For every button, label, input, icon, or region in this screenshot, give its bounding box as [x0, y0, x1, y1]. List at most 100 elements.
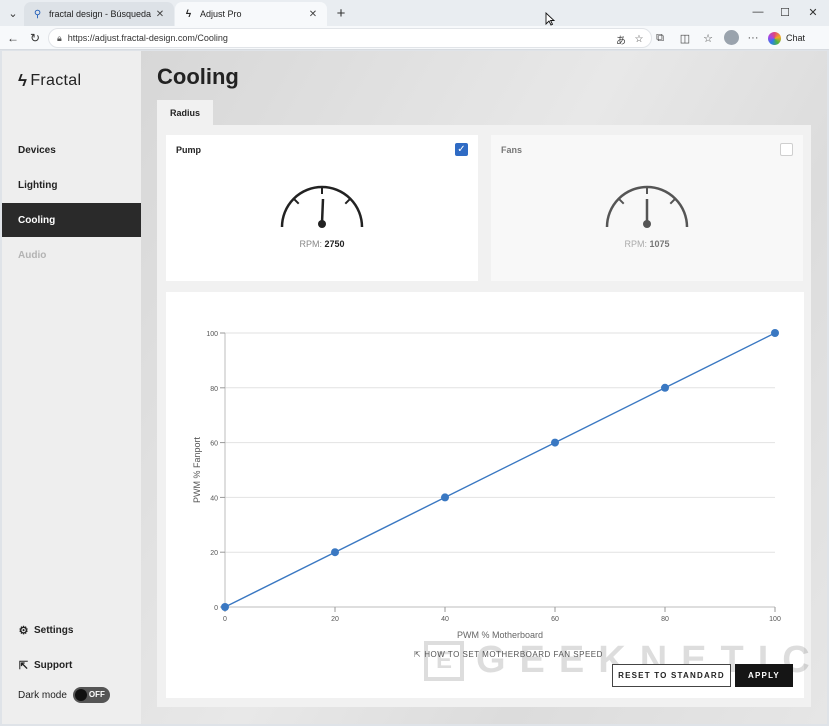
apply-button[interactable]: APPLY [735, 664, 793, 687]
x-tick-label: 20 [331, 616, 339, 623]
copilot-logo-icon [768, 31, 781, 45]
x-tick-label: 80 [661, 616, 669, 623]
x-tick-label: 60 [551, 616, 559, 623]
fractal-logo-icon: ϟ [18, 71, 28, 90]
url-text: https://adjust.fractal-design.com/Coolin… [67, 33, 228, 43]
y-tick-label: 20 [210, 550, 218, 557]
fans-rpm-value: 1075 [649, 239, 670, 249]
minimize-icon[interactable]: — [745, 3, 771, 21]
sidebar-item-audio: Audio [2, 238, 141, 272]
extensions-icon[interactable]: ⧉ [651, 29, 669, 47]
sidebar-item-devices[interactable]: Devices [2, 133, 141, 167]
translate-icon[interactable]: あ [613, 31, 629, 47]
app-window: ϟ Fractal Devices Lighting Cooling Audio… [2, 51, 827, 724]
fan-curve-point[interactable] [331, 548, 339, 557]
fan-curve-point[interactable] [221, 603, 229, 611]
fan-curve-point[interactable] [441, 493, 449, 502]
y-tick-label: 60 [210, 441, 218, 448]
fan-curve-point[interactable] [661, 383, 669, 392]
settings-label: Settings [34, 625, 74, 636]
chat-label: Chat [786, 33, 806, 43]
sidebar-item-label: Audio [18, 249, 47, 261]
howto-label: HOW TO SET MOTHERBOARD FAN SPEED [424, 650, 603, 659]
browser-tab-adjust-pro[interactable]: ϟ Adjust Pro ✕ [175, 2, 327, 26]
copilot-chat-button[interactable]: Chat [768, 29, 805, 47]
check-icon: ✓ [457, 144, 466, 155]
fan-curve-point[interactable] [551, 438, 559, 447]
fan-curve-line [224, 332, 776, 608]
brand-logo: ϟ Fractal [18, 71, 81, 91]
dark-mode-row: Dark mode OFF [18, 687, 110, 703]
x-tick-label: 0 [223, 616, 227, 623]
gear-icon: ⚙ [18, 625, 29, 637]
rpm-label: RPM: [299, 239, 322, 249]
close-icon[interactable]: ✕ [154, 9, 166, 20]
mouse-cursor-icon [545, 12, 555, 26]
x-tick-label: 100 [769, 616, 781, 623]
fans-gauge-icon [605, 185, 689, 228]
close-icon[interactable]: ✕ [307, 9, 319, 20]
toggle-knob [74, 689, 87, 701]
sidebar-item-label: Cooling [18, 214, 56, 226]
split-screen-icon[interactable]: ◫ [676, 29, 694, 47]
x-tick-label: 40 [441, 616, 449, 623]
toggle-state-label: OFF [88, 690, 105, 699]
tab-radius[interactable]: Radius [157, 100, 213, 125]
browser-tab-search[interactable]: ⚲ fractal design - Búsqueda ✕ [24, 2, 174, 26]
pump-rpm-value: 2750 [324, 239, 345, 249]
cooling-panel: Pump ✓ RPM: 2750 Fans RPM: 1075 0 20 40 … [157, 125, 811, 707]
fans-card: Fans RPM: 1075 [491, 135, 803, 281]
fan-curve-chart[interactable]: 0 20 40 60 80 100 0 20 40 60 80 100 PWM % Motherboa… [166, 292, 804, 698]
sidebar-item-label: Lighting [18, 179, 58, 191]
pump-card: Pump ✓ RPM: 2750 [166, 135, 478, 281]
favorites-icon[interactable]: ☆ [699, 29, 717, 47]
window-close-icon[interactable]: ✕ [800, 3, 826, 21]
back-arrow-icon[interactable]: ← [4, 29, 22, 47]
maximize-icon[interactable]: ☐ [772, 3, 798, 21]
fan-curve-card: 0 20 40 60 80 100 0 20 40 60 80 100 PWM % Motherboa… [166, 292, 810, 698]
lock-icon: 🔒︎ [57, 32, 62, 43]
reset-to-standard-button[interactable]: RESET TO STANDARD [612, 664, 731, 687]
dark-mode-toggle[interactable]: OFF [72, 687, 110, 703]
fan-curve-point[interactable] [771, 329, 779, 337]
fans-title: Fans [501, 145, 523, 155]
pump-gauge-icon [280, 185, 364, 228]
new-tab-plus-icon[interactable]: + [332, 4, 350, 22]
y-tick-label: 100 [206, 331, 218, 338]
sidebar-item-label: Devices [18, 144, 56, 156]
fractal-logo-icon: ϟ [185, 8, 192, 20]
fans-rpm: RPM: 1075 [491, 239, 803, 249]
search-icon: ⚲ [33, 8, 42, 20]
support-label: Support [34, 660, 73, 671]
sidebar-item-lighting[interactable]: Lighting [2, 168, 141, 202]
tab-label: fractal design - Búsqueda [49, 9, 152, 19]
tab-label: Adjust Pro [200, 9, 242, 19]
url-input[interactable]: 🔒︎ https://adjust.fractal-design.com/Coo… [48, 28, 652, 48]
fans-checkbox[interactable] [780, 143, 793, 156]
browser-address-bar: ← ↻ 🔒︎ https://adjust.fractal-design.com… [0, 26, 829, 50]
brand-name: Fractal [30, 72, 82, 89]
browser-tab-bar: ⌄ ⚲ fractal design - Búsqueda ✕ ϟ Adjust… [0, 0, 829, 26]
y-tick-label: 40 [210, 495, 218, 502]
pump-title: Pump [176, 145, 202, 155]
dark-mode-label: Dark mode [18, 689, 67, 701]
external-link-icon: ⇱ [414, 650, 422, 659]
rpm-label: RPM: [624, 239, 647, 249]
y-tick-label: 80 [210, 386, 218, 393]
settings-link[interactable]: ⚙ Settings [18, 624, 74, 637]
refresh-icon[interactable]: ↻ [26, 29, 44, 47]
y-axis-label: PWM % Fanport [192, 436, 202, 503]
support-link[interactable]: ⇱ Support [18, 659, 72, 672]
tab-menu-chevron-icon[interactable]: ⌄ [4, 4, 22, 22]
main-content: Cooling Radius Pump ✓ RPM: 2750 Fans RPM… [141, 51, 827, 724]
pump-checkbox[interactable]: ✓ [455, 143, 468, 156]
howto-link[interactable]: ⇱ HOW TO SET MOTHERBOARD FAN SPEED [414, 650, 603, 659]
x-axis-label: PWM % Motherboard [457, 630, 543, 640]
profile-avatar[interactable] [724, 30, 739, 45]
sidebar-item-cooling[interactable]: Cooling [2, 203, 141, 237]
external-link-icon: ⇱ [18, 660, 29, 672]
pump-rpm: RPM: 2750 [166, 239, 478, 249]
favorite-star-icon[interactable]: ☆ [631, 31, 647, 47]
more-menu-icon[interactable]: ··· [744, 29, 762, 47]
sidebar: ϟ Fractal Devices Lighting Cooling Audio… [2, 51, 141, 724]
